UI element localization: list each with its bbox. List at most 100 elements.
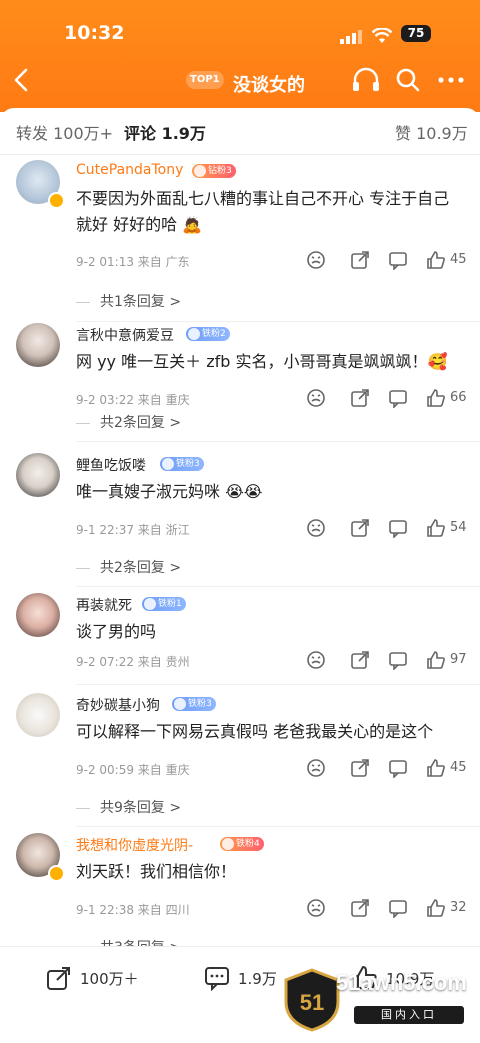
like-button[interactable]: 32	[426, 898, 470, 918]
avatar[interactable]	[16, 323, 60, 367]
tab-comment[interactable]: 评论 1.9万	[124, 120, 206, 144]
reply-icon[interactable]	[388, 518, 408, 538]
dislike-face-icon[interactable]	[306, 758, 326, 778]
like-button[interactable]: 54	[426, 518, 470, 538]
repost-icon[interactable]	[350, 518, 370, 538]
username[interactable]: 再装就死	[76, 595, 132, 615]
fan-badge-icon	[162, 458, 174, 470]
view-replies-link[interactable]: 共1条回复 >	[76, 291, 181, 311]
username[interactable]: 鲤鱼吃饭喽	[76, 455, 146, 475]
wifi-icon	[372, 28, 392, 43]
reply-icon[interactable]	[388, 758, 408, 778]
comment-actions: 32	[300, 898, 470, 918]
comment-actions: 97	[300, 650, 470, 670]
verified-badge	[48, 192, 65, 209]
fan-badge-label: 铁粉4	[236, 839, 260, 849]
watermark-logo-text: 51	[300, 990, 324, 1015]
reply-icon[interactable]	[388, 650, 408, 670]
repost-icon[interactable]	[350, 250, 370, 270]
view-replies-link[interactable]: 共9条回复 >	[76, 797, 181, 817]
bottom-repost-button[interactable]: 100万＋	[46, 965, 156, 991]
nav-bar: TOP1 没谈女的	[0, 62, 480, 102]
dislike-face-icon[interactable]	[306, 898, 326, 918]
like-count: 45	[450, 760, 467, 775]
comment-separator	[76, 826, 480, 827]
comment-meta: 9-2 00:59 来自 重庆	[76, 763, 190, 777]
replies-label: 共2条回复 >	[100, 415, 182, 431]
page-title: 没谈女的	[233, 75, 305, 96]
like-button[interactable]: 97	[426, 650, 470, 670]
watermark-site: 51awn5.com	[336, 970, 467, 995]
like-button[interactable]: 66	[426, 388, 470, 408]
username[interactable]: 我想和你虚度光阴-	[76, 835, 193, 855]
fan-badge-label: 铁粉1	[158, 599, 182, 609]
more-options-icon[interactable]	[436, 66, 466, 94]
top-bar: 10:32 75 TOP1 没谈女的	[0, 0, 480, 112]
fan-badge-label: 铁粉3	[188, 699, 212, 709]
dislike-face-icon[interactable]	[306, 250, 326, 270]
view-replies-link[interactable]: 共2条回复 >	[76, 412, 181, 432]
site-watermark: 51 51awn5.com 国内入口	[280, 950, 480, 1040]
status-time: 10:32	[64, 22, 125, 44]
repost-icon[interactable]	[350, 898, 370, 918]
back-arrow-icon[interactable]	[10, 66, 34, 94]
tab-repost[interactable]: 转发 100万+	[16, 120, 113, 144]
repost-icon[interactable]	[350, 758, 370, 778]
dislike-face-icon[interactable]	[306, 650, 326, 670]
dislike-face-icon[interactable]	[306, 388, 326, 408]
listen-icon[interactable]	[350, 66, 382, 94]
dislike-face-icon[interactable]	[306, 518, 326, 538]
avatar[interactable]	[16, 593, 60, 637]
fan-badge-label: 铁粉2	[202, 329, 226, 339]
reply-icon[interactable]	[388, 388, 408, 408]
comment-actions: 66	[300, 388, 470, 408]
comment-separator	[76, 586, 480, 587]
status-bar: 10:32 75	[0, 22, 480, 50]
repost-icon[interactable]	[350, 388, 370, 408]
tab-like[interactable]: 赞 10.9万	[395, 120, 468, 144]
fan-badge-icon	[144, 598, 156, 610]
hot-rank-badge: TOP1	[186, 71, 224, 89]
fan-badge-label: 铁粉3	[176, 459, 200, 469]
comment-separator	[76, 441, 480, 442]
thumbs-up-icon	[427, 519, 445, 537]
fan-badge-icon	[174, 698, 186, 710]
fan-badge: 铁粉2	[186, 327, 230, 341]
comment-text: 网 yy 唯一互关＋ zfb 实名，小哥哥真是飒飒飒！🥰	[76, 352, 448, 371]
comment-separator	[76, 321, 480, 322]
replies-label: 共9条回复 >	[100, 800, 182, 816]
fan-badge-icon	[188, 328, 200, 340]
like-button[interactable]: 45	[426, 758, 470, 778]
like-count: 45	[450, 252, 467, 267]
thumbs-up-icon	[427, 651, 445, 669]
fan-badge-label: 钻粉3	[208, 166, 232, 176]
comment-separator	[76, 684, 480, 685]
watermark-shield-logo: 51	[284, 968, 340, 1032]
like-count: 54	[450, 520, 467, 535]
thumbs-up-icon	[427, 899, 445, 917]
watermark-subtitle: 国内入口	[354, 1006, 464, 1024]
fan-badge-icon	[194, 165, 206, 177]
verified-badge	[48, 865, 65, 882]
comment-actions: 45	[300, 758, 470, 778]
like-button[interactable]: 45	[426, 250, 470, 270]
thumbs-up-icon	[427, 759, 445, 777]
repost-icon[interactable]	[350, 650, 370, 670]
comment-text: 不要因为外面乱七八糟的事让自己不开心 专注于自己就好 好好的哈 🙇	[76, 189, 450, 234]
fan-badge: 铁粉3	[172, 697, 216, 711]
username[interactable]: 奇妙碳基小狗	[76, 695, 160, 715]
search-icon[interactable]	[394, 66, 422, 94]
tab-bar: 转发 100万+ 评论 1.9万 赞 10.9万	[0, 108, 480, 154]
comment-meta: 9-1 22:37 来自 浙江	[76, 523, 190, 537]
fan-badge-icon	[222, 838, 234, 850]
replies-label: 共1条回复 >	[100, 294, 182, 310]
username[interactable]: CutePandaTony	[76, 162, 183, 178]
reply-icon[interactable]	[388, 250, 408, 270]
username[interactable]: 言秋中意俩爱豆	[76, 325, 174, 345]
reply-icon[interactable]	[388, 898, 408, 918]
avatar[interactable]	[16, 453, 60, 497]
like-count: 66	[450, 390, 467, 405]
comment-text: 刘天跃！我们相信你！	[76, 862, 237, 881]
view-replies-link[interactable]: 共2条回复 >	[76, 557, 181, 577]
avatar[interactable]	[16, 693, 60, 737]
